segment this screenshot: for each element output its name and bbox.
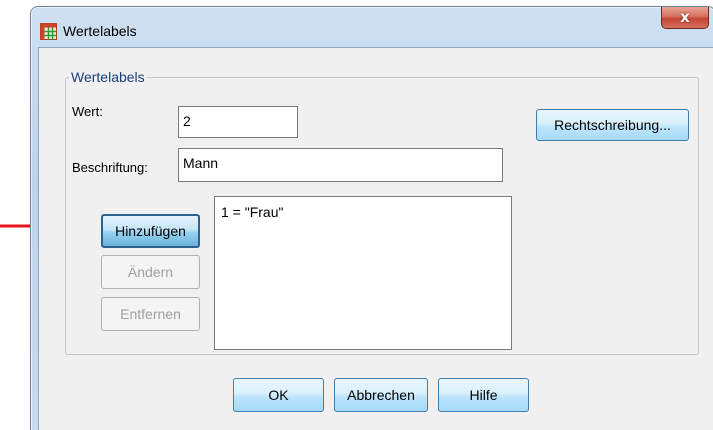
dialog-client-area: Wertelabels Wert: 2 Beschriftung: Mann R… <box>38 47 713 430</box>
close-icon: x <box>680 8 690 26</box>
value-input[interactable]: 2 <box>178 106 298 138</box>
groupbox-title: Wertelabels <box>69 69 147 85</box>
title-bar: Wertelabels x <box>31 7 713 40</box>
remove-button[interactable]: Entfernen <box>101 297 200 331</box>
page: Wertelabels x Wertelabels Wert: 2 Beschr… <box>0 0 713 430</box>
close-button[interactable]: x <box>661 7 709 29</box>
list-item[interactable]: 1 = "Frau" <box>221 204 283 220</box>
window-title: Wertelabels <box>63 23 137 39</box>
spelling-button-label: Rechtschreibung... <box>554 117 671 133</box>
add-button-label: Hinzufügen <box>115 223 186 239</box>
ok-button[interactable]: OK <box>233 378 324 412</box>
change-button-label: Ändern <box>127 264 174 280</box>
cancel-button-label: Abbrechen <box>347 387 415 403</box>
help-button[interactable]: Hilfe <box>438 378 529 412</box>
remove-button-label: Entfernen <box>120 306 181 322</box>
value-labels-listbox[interactable]: 1 = "Frau" <box>214 196 512 350</box>
caption-label: Beschriftung: <box>72 160 148 175</box>
value-label: Wert: <box>72 104 103 119</box>
dialog-window: Wertelabels x Wertelabels Wert: 2 Beschr… <box>30 6 713 430</box>
cancel-button[interactable]: Abbrechen <box>334 378 428 412</box>
caption-input[interactable]: Mann <box>178 148 503 182</box>
change-button[interactable]: Ändern <box>101 255 200 289</box>
help-button-label: Hilfe <box>469 387 498 403</box>
ok-button-label: OK <box>268 387 289 403</box>
spss-data-grid-icon <box>40 23 57 40</box>
spelling-button[interactable]: Rechtschreibung... <box>536 109 689 141</box>
add-button[interactable]: Hinzufügen <box>101 214 200 248</box>
